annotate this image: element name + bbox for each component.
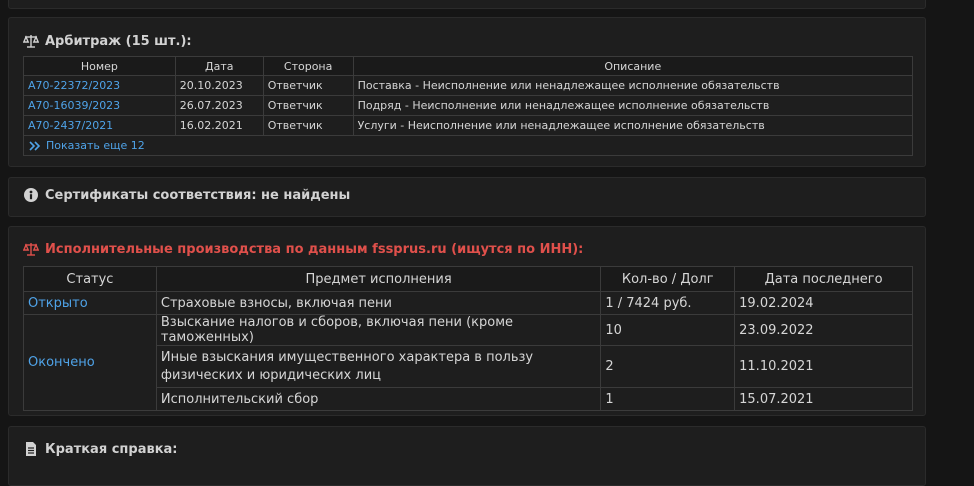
arbitration-title: Арбитраж (15 шт.): [23,33,192,49]
case-number-link[interactable]: А70-2437/2021 [28,119,113,132]
double-chevron-right-icon [28,140,42,151]
case-description: Подряд - Неисполнение или ненадлежащее и… [352,95,914,116]
subject: Страховые взносы, включая пени [155,291,602,315]
subject: Исполнительский сбор [155,387,602,411]
table-row: А70-2437/2021 16.02.2021 Ответчик Услуги… [23,115,914,136]
col-description: Описание [352,56,914,76]
arbitration-header-row: Номер Дата Сторона Описание [23,56,914,76]
last-date: 19.02.2024 [734,291,913,315]
col-subject: Предмет исполнения [155,266,602,292]
table-row: А70-22372/2023 20.10.2023 Ответчик Поста… [23,75,914,96]
table-row: Окончено Взыскание налогов и сборов, вкл… [23,314,913,411]
col-amount: Кол-во / Долг [600,266,736,292]
status-open[interactable]: Открыто [23,291,157,315]
case-side: Ответчик [262,115,354,136]
case-description: Поставка - Неисполнение или ненадлежащее… [352,75,914,96]
case-date: 16.02.2021 [174,115,264,136]
case-description: Услуги - Неисполнение или ненадлежащее и… [352,115,914,136]
arbitration-table: Номер Дата Сторона Описание А70-22372/20… [23,56,914,156]
case-side: Ответчик [262,95,354,116]
amount: 1 / 7424 руб. [600,291,736,315]
table-row: Иные взыскания имущественного характера … [24,345,913,388]
certificates-title-text: Сертификаты соответствия: не найдены [45,187,351,203]
subject: Взыскание налогов и сборов, включая пени… [155,314,602,346]
case-date: 20.10.2023 [174,75,264,96]
enforcement-title: Исполнительные производства по данным fs… [23,241,583,257]
summary-panel: Краткая справка: [8,426,926,486]
last-date: 15.07.2021 [734,387,913,411]
col-last-date: Дата последнего [734,266,913,292]
summary-title: Краткая справка: [23,441,178,457]
show-more-row: Показать еще 12 [23,135,913,156]
enforcement-title-text: Исполнительные производства по данным fs… [45,241,584,257]
subject-line-1: Иные взыскания имущественного характера … [160,349,534,365]
amount: 10 [600,314,736,346]
arbitration-title-text: Арбитраж (15 шт.): [45,33,192,49]
col-status: Статус [23,266,157,292]
certificates-panel: Сертификаты соответствия: не найдены [8,177,926,217]
arbitration-panel: Арбитраж (15 шт.): Номер Дата Сторона Оп… [8,17,926,167]
show-more-link[interactable]: Показать еще 12 [28,139,908,152]
last-date: 11.10.2021 [734,345,913,388]
amount: 2 [600,345,736,388]
scales-icon [23,241,39,257]
last-date: 23.09.2022 [734,314,913,346]
case-number-link[interactable]: А70-16039/2023 [28,99,120,112]
amount: 1 [600,387,736,411]
case-number-link[interactable]: А70-22372/2023 [28,79,120,92]
certificate-icon [23,187,39,203]
previous-panel [8,0,926,9]
case-side: Ответчик [262,75,354,96]
table-row: А70-16039/2023 26.07.2023 Ответчик Подря… [23,95,914,116]
col-side: Сторона [262,56,354,76]
col-date: Дата [174,56,264,76]
enforcement-panel: Исполнительные производства по данным fs… [8,226,926,416]
document-icon [23,441,39,457]
enforcement-table: Статус Предмет исполнения Кол-во / Долг … [23,266,913,411]
subject-line-2: физических и юридических лиц [160,367,381,383]
status-closed[interactable]: Окончено [23,314,157,411]
table-row: Открыто Страховые взносы, включая пени 1… [23,291,913,315]
case-date: 26.07.2023 [174,95,264,116]
subject: Иные взыскания имущественного характера … [155,345,602,388]
summary-title-text: Краткая справка: [45,441,178,457]
show-more-label: Показать еще 12 [46,139,145,152]
col-number: Номер [23,56,176,76]
scales-icon [23,33,39,49]
enforcement-header-row: Статус Предмет исполнения Кол-во / Долг … [23,266,913,292]
table-row: Исполнительский сбор 1 15.07.2021 [24,387,913,411]
certificates-title: Сертификаты соответствия: не найдены [23,187,350,203]
